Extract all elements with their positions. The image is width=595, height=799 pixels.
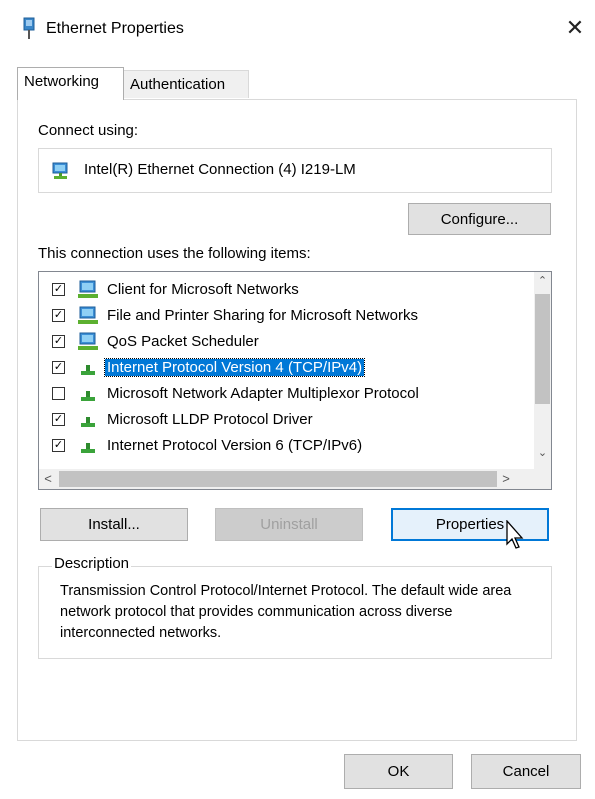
adapter-name: Intel(R) Ethernet Connection (4) I219-LM	[84, 161, 356, 178]
item-label: Client for Microsoft Networks	[107, 281, 299, 298]
horizontal-scrollbar[interactable]: < >	[39, 469, 551, 489]
network-service-icon	[77, 332, 99, 352]
item-checkbox[interactable]: ✓	[52, 439, 65, 452]
description-text: Transmission Control Protocol/Internet P…	[60, 583, 512, 641]
network-client-icon	[77, 280, 99, 300]
horizontal-scroll-thumb[interactable]	[59, 471, 497, 487]
protocol-icon	[77, 384, 99, 404]
list-item[interactable]: ✓ Internet Protocol Version 6 (TCP/IPv6)	[39, 434, 524, 460]
list-item[interactable]: ✓ QoS Packet Scheduler	[39, 330, 524, 356]
scroll-right-icon[interactable]: >	[497, 469, 515, 489]
network-adapter-icon	[52, 161, 72, 181]
close-button[interactable]: ✕	[562, 13, 588, 43]
network-service-icon	[77, 306, 99, 326]
adapter-field: Intel(R) Ethernet Connection (4) I219-LM	[38, 148, 552, 193]
install-button[interactable]: Install...	[40, 508, 188, 541]
scroll-left-icon[interactable]: <	[39, 469, 57, 489]
cancel-button[interactable]: Cancel	[471, 754, 581, 789]
list-item[interactable]: ✓ File and Printer Sharing for Microsoft …	[39, 304, 524, 330]
configure-button[interactable]: Configure...	[408, 203, 551, 235]
scroll-down-icon[interactable]: ⌄	[534, 444, 551, 462]
window-title: Ethernet Properties	[46, 20, 184, 37]
item-checkbox[interactable]: ✓	[52, 283, 65, 296]
list-item[interactable]: Microsoft Network Adapter Multiplexor Pr…	[39, 382, 524, 408]
list-item[interactable]: ✓ Internet Protocol Version 4 (TCP/IPv4)	[39, 356, 524, 382]
description-legend: Description	[52, 555, 132, 572]
ethernet-icon	[22, 17, 36, 41]
item-label: Internet Protocol Version 6 (TCP/IPv6)	[107, 437, 363, 454]
protocol-icon	[77, 358, 99, 378]
item-label: Microsoft Network Adapter Multiplexor Pr…	[107, 385, 419, 402]
items-list[interactable]: ✓ Client for Microsoft Networks ✓ File and …	[38, 271, 552, 490]
item-label: File and Printer Sharing for Microsoft N…	[107, 307, 418, 324]
vertical-scrollbar[interactable]: ⌃ ⌄	[534, 272, 551, 469]
connect-using-label: Connect using:	[38, 122, 139, 139]
item-label: QoS Packet Scheduler	[107, 333, 259, 350]
vertical-scroll-thumb[interactable]	[535, 294, 550, 404]
item-checkbox[interactable]	[52, 387, 65, 400]
protocol-icon	[77, 410, 99, 430]
item-checkbox[interactable]: ✓	[52, 361, 65, 374]
uninstall-button[interactable]: Uninstall	[215, 508, 363, 541]
tab-networking[interactable]: Networking	[17, 67, 124, 100]
items-label: This connection uses the following items…	[38, 245, 311, 262]
protocol-icon	[77, 436, 99, 456]
item-label: Microsoft LLDP Protocol Driver	[107, 411, 313, 428]
mouse-cursor-icon	[505, 519, 529, 552]
item-checkbox[interactable]: ✓	[52, 413, 65, 426]
item-label: Internet Protocol Version 4 (TCP/IPv4)	[103, 358, 366, 377]
tab-authentication[interactable]: Authentication	[124, 70, 249, 98]
scroll-up-icon[interactable]: ⌃	[534, 272, 551, 290]
item-checkbox[interactable]: ✓	[52, 309, 65, 322]
list-item[interactable]: ✓ Client for Microsoft Networks	[39, 278, 524, 304]
item-checkbox[interactable]: ✓	[52, 335, 65, 348]
list-item[interactable]: ✓ Microsoft LLDP Protocol Driver	[39, 408, 524, 434]
ok-button[interactable]: OK	[344, 754, 453, 789]
